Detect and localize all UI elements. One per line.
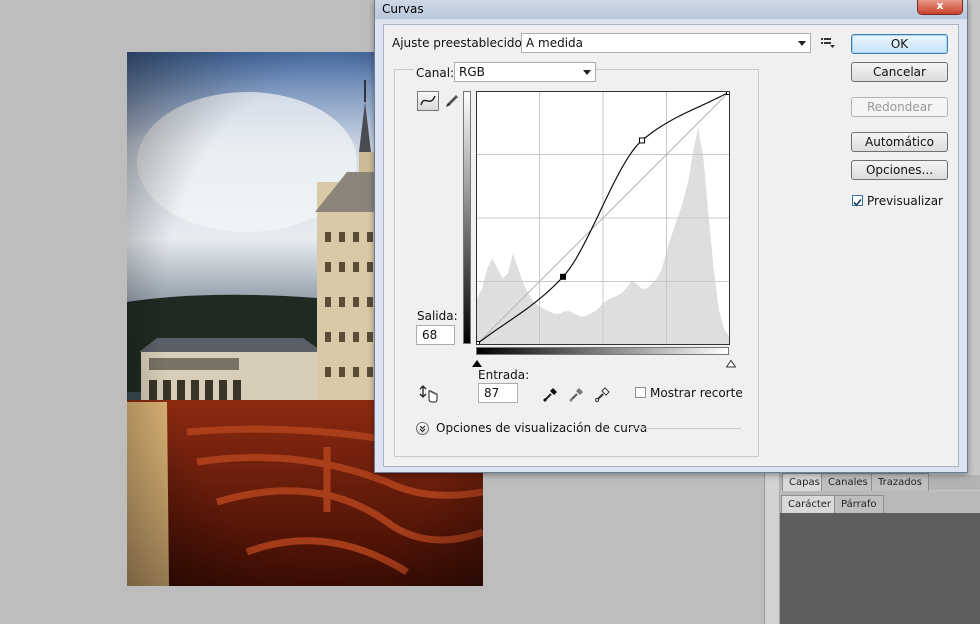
channel-value: RGB (459, 65, 485, 79)
channel-label: Canal: (414, 66, 457, 80)
preview-checkbox[interactable] (852, 195, 863, 207)
preset-dropdown[interactable]: A medida (521, 33, 811, 53)
white-point-slider[interactable] (725, 357, 737, 371)
eyedropper-white-icon[interactable] (594, 385, 610, 406)
expand-chevron-icon[interactable] (416, 422, 429, 435)
channel-dropdown[interactable]: RGB (454, 62, 596, 82)
character-panel-body (780, 513, 980, 624)
output-gradient-bar (463, 91, 471, 344)
close-icon: x (936, 0, 944, 12)
panel-tab-canales[interactable]: Canales (821, 473, 875, 491)
curves-dialog: Curvas x Ajuste preestablecido: A medida… (374, 0, 968, 473)
curve-control-point[interactable] (639, 137, 646, 144)
options-button[interactable]: Opciones... (851, 160, 948, 180)
panel-tab-parrafo[interactable]: Párrafo (834, 495, 884, 513)
hand-adjust-icon[interactable] (419, 385, 439, 406)
auto-button[interactable]: Automático (851, 132, 948, 152)
output-field[interactable]: 68 (416, 325, 455, 345)
input-label: Entrada: (478, 368, 530, 382)
input-field[interactable]: 87 (478, 383, 518, 403)
curve-point-tool-icon[interactable] (417, 91, 439, 111)
preset-value: A medida (526, 36, 584, 50)
preset-menu-icon[interactable] (821, 37, 835, 52)
preset-label: Ajuste preestablecido: (392, 36, 526, 50)
input-gradient-bar (476, 347, 729, 355)
ok-button[interactable]: OK (851, 34, 948, 54)
smooth-button[interactable]: Redondear (851, 97, 948, 117)
dialog-title: Curvas (382, 2, 424, 16)
cancel-button[interactable]: Cancelar (851, 62, 948, 82)
show-clipping-label: Mostrar recorte (650, 386, 743, 400)
dialog-body: Ajuste preestablecido: A medida Canal: R… (383, 24, 959, 467)
output-label: Salida: (417, 309, 458, 323)
eyedropper-black-icon[interactable] (542, 385, 558, 406)
close-button[interactable]: x (917, 0, 963, 15)
pencil-icon[interactable] (444, 93, 460, 112)
curve-graph[interactable] (476, 91, 730, 345)
preview-label: Previsualizar (867, 194, 943, 208)
curve-control-point[interactable] (559, 273, 566, 280)
eyedropper-gray-icon[interactable] (568, 385, 584, 406)
panel-tab-trazados[interactable]: Trazados (871, 473, 929, 491)
chevron-down-icon (798, 41, 806, 46)
show-clipping-checkbox[interactable] (635, 387, 646, 398)
chevron-down-icon (583, 70, 591, 75)
dialog-titlebar[interactable]: Curvas x (375, 0, 967, 19)
panel-tab-caracter[interactable]: Carácter (781, 495, 839, 513)
curve-display-options-label[interactable]: Opciones de visualización de curva (436, 421, 647, 435)
checkmark-icon (853, 198, 862, 207)
